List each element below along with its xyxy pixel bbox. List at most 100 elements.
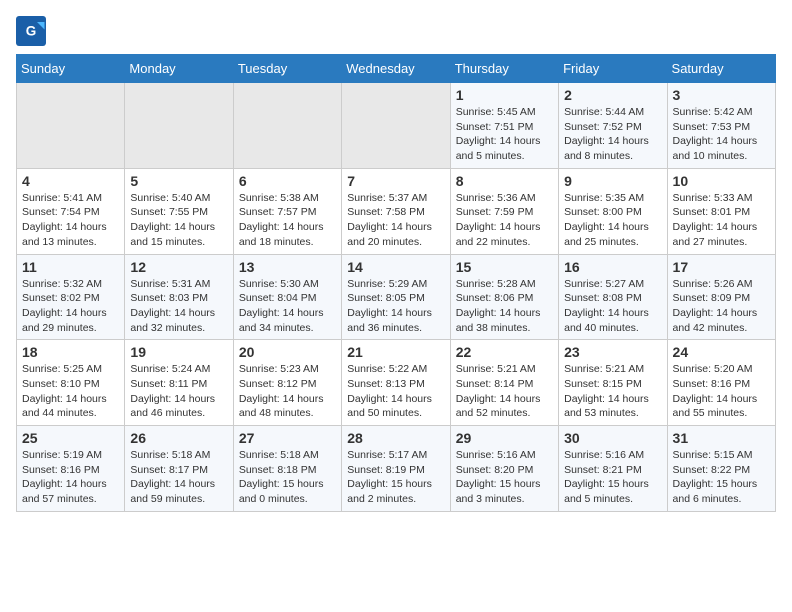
- day-number: 28: [347, 430, 444, 446]
- day-number: 10: [673, 173, 770, 189]
- calendar-cell: 3 Sunrise: 5:42 AM Sunset: 7:53 PM Daylig…: [667, 83, 775, 169]
- day-info: Sunrise: 5:21 AM Sunset: 8:14 PM Dayligh…: [456, 362, 553, 421]
- calendar-cell: [233, 83, 341, 169]
- day-number: 7: [347, 173, 444, 189]
- calendar-cell: 11 Sunrise: 5:32 AM Sunset: 8:02 PM Dayli…: [17, 254, 125, 340]
- day-number: 4: [22, 173, 119, 189]
- calendar-week-1: 1Sunrise: 5:45 AM Sunset: 7:51 PM Daylig…: [17, 83, 776, 169]
- calendar-cell: 28 Sunrise: 5:17 AM Sunset: 8:19 PM Dayli…: [342, 426, 450, 512]
- day-number: 27: [239, 430, 336, 446]
- day-number: 1: [456, 87, 553, 103]
- day-info: Sunrise: 5:41 AM Sunset: 7:54 PM Dayligh…: [22, 191, 119, 250]
- day-number: 3: [673, 87, 770, 103]
- day-info: Sunrise: 5:27 AM Sunset: 8:08 PM Dayligh…: [564, 277, 661, 336]
- day-info: Sunrise: 5:21 AM Sunset: 8:15 PM Dayligh…: [564, 362, 661, 421]
- calendar-cell: 15Sunrise: 5:28 AM Sunset: 8:06 PM Dayli…: [450, 254, 558, 340]
- day-info: Sunrise: 5:16 AM Sunset: 8:20 PM Dayligh…: [456, 448, 553, 507]
- day-info: Sunrise: 5:36 AM Sunset: 7:59 PM Dayligh…: [456, 191, 553, 250]
- calendar-cell: 6 Sunrise: 5:38 AM Sunset: 7:57 PM Daylig…: [233, 168, 341, 254]
- weekday-header-friday: Friday: [559, 55, 667, 83]
- calendar-cell: [342, 83, 450, 169]
- calendar-cell: 2 Sunrise: 5:44 AM Sunset: 7:52 PM Daylig…: [559, 83, 667, 169]
- calendar-cell: [125, 83, 233, 169]
- calendar-cell: 14Sunrise: 5:29 AM Sunset: 8:05 PM Dayli…: [342, 254, 450, 340]
- weekday-header-row: SundayMondayTuesdayWednesdayThursdayFrid…: [17, 55, 776, 83]
- calendar-cell: 19Sunrise: 5:24 AM Sunset: 8:11 PM Dayli…: [125, 340, 233, 426]
- day-number: 18: [22, 344, 119, 360]
- page-header: G: [16, 16, 776, 46]
- calendar-cell: 5 Sunrise: 5:40 AM Sunset: 7:55 PM Daylig…: [125, 168, 233, 254]
- calendar-week-4: 18 Sunrise: 5:25 AM Sunset: 8:10 PM Dayli…: [17, 340, 776, 426]
- calendar-week-3: 11 Sunrise: 5:32 AM Sunset: 8:02 PM Dayli…: [17, 254, 776, 340]
- day-info: Sunrise: 5:16 AM Sunset: 8:21 PM Dayligh…: [564, 448, 661, 507]
- day-info: Sunrise: 5:24 AM Sunset: 8:11 PM Dayligh…: [130, 362, 227, 421]
- calendar-cell: 29 Sunrise: 5:16 AM Sunset: 8:20 PM Dayli…: [450, 426, 558, 512]
- day-number: 25: [22, 430, 119, 446]
- day-number: 26: [130, 430, 227, 446]
- day-number: 30: [564, 430, 661, 446]
- day-info: Sunrise: 5:23 AM Sunset: 8:12 PM Dayligh…: [239, 362, 336, 421]
- weekday-header-wednesday: Wednesday: [342, 55, 450, 83]
- calendar-cell: 23 Sunrise: 5:21 AM Sunset: 8:15 PM Dayli…: [559, 340, 667, 426]
- day-number: 8: [456, 173, 553, 189]
- day-number: 20: [239, 344, 336, 360]
- day-info: Sunrise: 5:35 AM Sunset: 8:00 PM Dayligh…: [564, 191, 661, 250]
- day-number: 14: [347, 259, 444, 275]
- day-info: Sunrise: 5:37 AM Sunset: 7:58 PM Dayligh…: [347, 191, 444, 250]
- weekday-header-saturday: Saturday: [667, 55, 775, 83]
- day-info: Sunrise: 5:26 AM Sunset: 8:09 PM Dayligh…: [673, 277, 770, 336]
- calendar-cell: 7 Sunrise: 5:37 AM Sunset: 7:58 PM Daylig…: [342, 168, 450, 254]
- calendar-week-5: 25 Sunrise: 5:19 AM Sunset: 8:16 PM Dayli…: [17, 426, 776, 512]
- calendar-cell: 1Sunrise: 5:45 AM Sunset: 7:51 PM Daylig…: [450, 83, 558, 169]
- calendar-cell: 24Sunrise: 5:20 AM Sunset: 8:16 PM Dayli…: [667, 340, 775, 426]
- day-info: Sunrise: 5:40 AM Sunset: 7:55 PM Dayligh…: [130, 191, 227, 250]
- calendar-cell: 10 Sunrise: 5:33 AM Sunset: 8:01 PM Dayli…: [667, 168, 775, 254]
- day-info: Sunrise: 5:33 AM Sunset: 8:01 PM Dayligh…: [673, 191, 770, 250]
- calendar-cell: 31 Sunrise: 5:15 AM Sunset: 8:22 PM Dayli…: [667, 426, 775, 512]
- calendar-cell: 26Sunrise: 5:18 AM Sunset: 8:17 PM Dayli…: [125, 426, 233, 512]
- calendar-cell: 27 Sunrise: 5:18 AM Sunset: 8:18 PM Dayli…: [233, 426, 341, 512]
- logo: G: [16, 16, 50, 46]
- calendar-cell: 20 Sunrise: 5:23 AM Sunset: 8:12 PM Dayli…: [233, 340, 341, 426]
- day-info: Sunrise: 5:32 AM Sunset: 8:02 PM Dayligh…: [22, 277, 119, 336]
- day-number: 23: [564, 344, 661, 360]
- calendar-cell: 13Sunrise: 5:30 AM Sunset: 8:04 PM Dayli…: [233, 254, 341, 340]
- svg-text:G: G: [26, 24, 37, 39]
- calendar-cell: 4 Sunrise: 5:41 AM Sunset: 7:54 PM Daylig…: [17, 168, 125, 254]
- day-number: 6: [239, 173, 336, 189]
- day-info: Sunrise: 5:38 AM Sunset: 7:57 PM Dayligh…: [239, 191, 336, 250]
- day-number: 9: [564, 173, 661, 189]
- day-number: 17: [673, 259, 770, 275]
- weekday-header-tuesday: Tuesday: [233, 55, 341, 83]
- day-number: 11: [22, 259, 119, 275]
- day-number: 29: [456, 430, 553, 446]
- day-info: Sunrise: 5:42 AM Sunset: 7:53 PM Dayligh…: [673, 105, 770, 164]
- calendar-cell: 21 Sunrise: 5:22 AM Sunset: 8:13 PM Dayli…: [342, 340, 450, 426]
- day-info: Sunrise: 5:30 AM Sunset: 8:04 PM Dayligh…: [239, 277, 336, 336]
- day-number: 22: [456, 344, 553, 360]
- day-number: 15: [456, 259, 553, 275]
- calendar-cell: 9 Sunrise: 5:35 AM Sunset: 8:00 PM Daylig…: [559, 168, 667, 254]
- calendar-table: SundayMondayTuesdayWednesdayThursdayFrid…: [16, 54, 776, 512]
- day-info: Sunrise: 5:19 AM Sunset: 8:16 PM Dayligh…: [22, 448, 119, 507]
- day-number: 12: [130, 259, 227, 275]
- day-info: Sunrise: 5:18 AM Sunset: 8:18 PM Dayligh…: [239, 448, 336, 507]
- day-number: 5: [130, 173, 227, 189]
- day-info: Sunrise: 5:31 AM Sunset: 8:03 PM Dayligh…: [130, 277, 227, 336]
- day-info: Sunrise: 5:15 AM Sunset: 8:22 PM Dayligh…: [673, 448, 770, 507]
- day-number: 2: [564, 87, 661, 103]
- day-info: Sunrise: 5:17 AM Sunset: 8:19 PM Dayligh…: [347, 448, 444, 507]
- calendar-cell: 17 Sunrise: 5:26 AM Sunset: 8:09 PM Dayli…: [667, 254, 775, 340]
- day-number: 31: [673, 430, 770, 446]
- day-number: 21: [347, 344, 444, 360]
- logo-icon: G: [16, 16, 46, 46]
- calendar-cell: 18 Sunrise: 5:25 AM Sunset: 8:10 PM Dayli…: [17, 340, 125, 426]
- day-info: Sunrise: 5:44 AM Sunset: 7:52 PM Dayligh…: [564, 105, 661, 164]
- day-info: Sunrise: 5:25 AM Sunset: 8:10 PM Dayligh…: [22, 362, 119, 421]
- day-info: Sunrise: 5:20 AM Sunset: 8:16 PM Dayligh…: [673, 362, 770, 421]
- weekday-header-sunday: Sunday: [17, 55, 125, 83]
- day-info: Sunrise: 5:22 AM Sunset: 8:13 PM Dayligh…: [347, 362, 444, 421]
- calendar-cell: 12 Sunrise: 5:31 AM Sunset: 8:03 PM Dayli…: [125, 254, 233, 340]
- calendar-cell: 30 Sunrise: 5:16 AM Sunset: 8:21 PM Dayli…: [559, 426, 667, 512]
- calendar-cell: [17, 83, 125, 169]
